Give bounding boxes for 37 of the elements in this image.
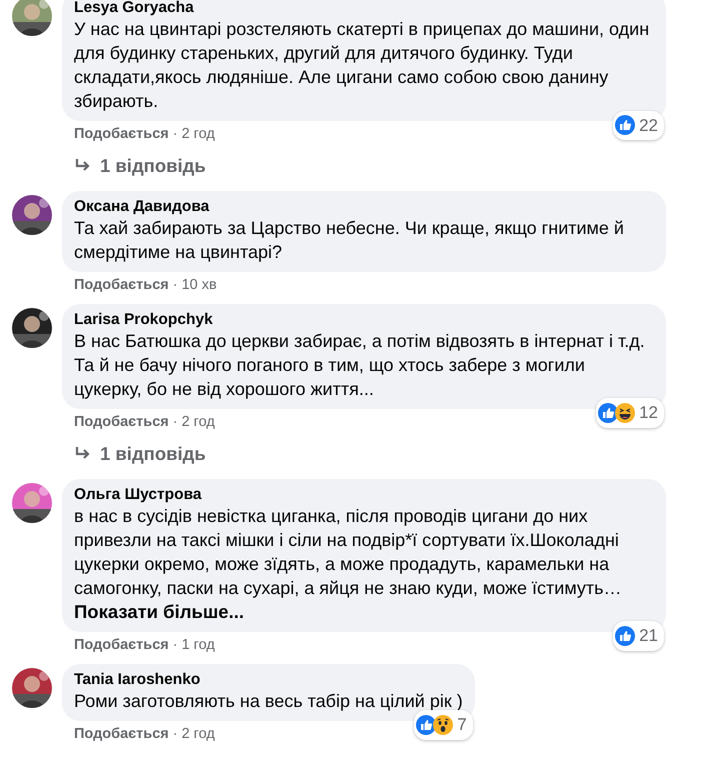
comment-time: · 10 хв [172, 276, 217, 293]
author-name[interactable]: Ольга Шустрова [74, 486, 654, 504]
comment-time: · 2 год [172, 414, 215, 430]
comment-text: Роми заготовляють на весь табір на цілий рік ) [74, 690, 463, 712]
author-name[interactable]: Lesya Goryacha [74, 0, 654, 17]
like-link[interactable]: Подобається [74, 726, 169, 742]
comment-text: Та хай забирають за Царство небесне. Чи краще, якщо гнитиме й смердітиме на цвинтарі? [74, 216, 625, 264]
like-link[interactable]: Подобається [74, 414, 169, 430]
replies-link[interactable]: 1 відповідь [74, 152, 206, 180]
reaction-badge[interactable]: 7 [414, 710, 473, 740]
laughing-emoji-icon [615, 403, 636, 423]
comment-text: У нас на цвинтарі розстеляють скатерті в прицепах до машини, один для будинку стареньких, другий для дитячого будинку. Туди складати,якось людяніше. Але цигани само собою свою данину збирають. [74, 18, 650, 113]
replies-link[interactable]: 1 відповідь [74, 440, 206, 468]
comment-text: в нас в сусідів невістка циганка, після проводів цигани до них привезли на таксі мішки і сіли на подвір*ї сортувати їх.Шоколадні цукерки окремо, може зїдять, а може продадуть, карамельки на самогонку, паски на сухарі, а яйця не знаю куди, може їстимуть… [74, 504, 623, 600]
like-icon [416, 714, 436, 735]
surprised-emoji-icon [433, 714, 454, 735]
reaction-count: 7 [457, 714, 467, 736]
reaction-badge[interactable]: 12 [596, 398, 664, 428]
reaction-count: 22 [639, 114, 658, 136]
see-more-link[interactable]: Показати більше... [74, 600, 244, 624]
like-link[interactable]: Подобається [74, 636, 169, 652]
like-link[interactable]: Подобається [74, 126, 169, 142]
like-link[interactable]: Подобається [74, 276, 169, 293]
like-icon [615, 115, 636, 136]
author-name[interactable]: Larisa Prokopchyk [74, 310, 654, 329]
like-icon [615, 626, 636, 646]
reaction-badge[interactable]: 21 [613, 621, 664, 650]
reaction-count: 12 [639, 402, 658, 424]
comment-time: · 2 год [172, 726, 215, 742]
comment-text: В нас Батюшка до церкви забирає, а потім відвозять в інтернат і т.д. Та й не бачу нічого поганого в тим, що хтось забере з могили цукерку, бо не від хорошого життя... [74, 330, 646, 401]
author-name[interactable]: Tania Iaroshenko [74, 670, 463, 688]
like-icon [598, 403, 618, 423]
reaction-count: 21 [639, 625, 658, 647]
comment-time: · 2 год [172, 126, 215, 142]
reaction-badge[interactable]: 22 [613, 110, 664, 140]
author-name[interactable]: Оксана Давидова [74, 198, 654, 216]
comment-time: · 1 год [172, 636, 215, 652]
